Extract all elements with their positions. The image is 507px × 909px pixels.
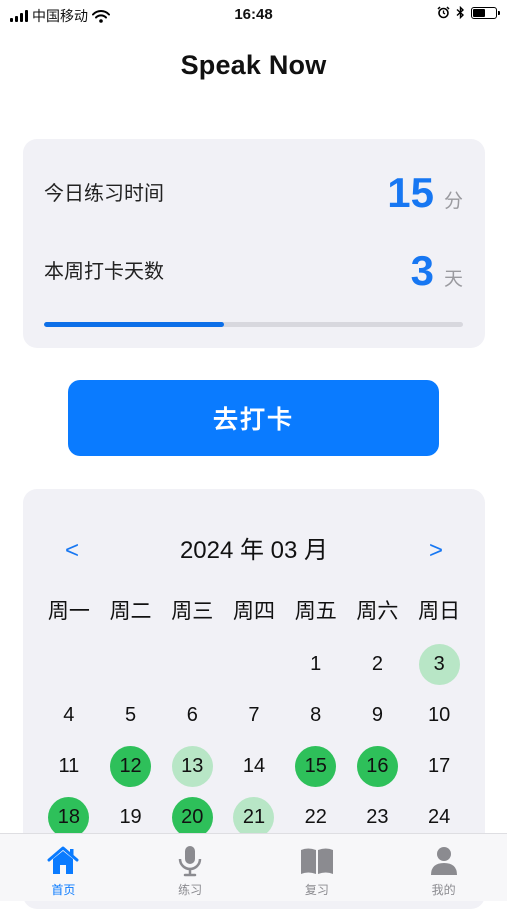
calendar-day-cell[interactable]: 7 — [223, 690, 285, 741]
calendar-day-cell[interactable]: 4 — [38, 690, 100, 741]
calendar-day: 24 — [428, 806, 451, 828]
next-month-button[interactable]: > — [429, 535, 443, 567]
weekday-label: 周三 — [171, 600, 214, 623]
calendar-header: < 2024 年 03 月 > — [23, 535, 485, 567]
weekday-label: 周日 — [418, 600, 461, 623]
calendar-day: 9 — [371, 704, 383, 726]
calendar-day: 21 — [233, 797, 275, 838]
weekly-checkin-row: 本周打卡天数 3 天 — [44, 242, 463, 292]
person-icon — [426, 843, 462, 879]
tab-bar: 首页 练习 复习 我的 — [0, 833, 507, 901]
weekday-label: 周二 — [109, 600, 152, 623]
tab-book[interactable]: 复习 — [254, 834, 381, 901]
status-right — [437, 6, 500, 19]
calendar-day-cell[interactable]: 14 — [223, 741, 285, 792]
weekday-label: 周五 — [294, 600, 337, 623]
calendar-day-cell[interactable]: 10 — [408, 690, 470, 741]
calendar-day: 7 — [248, 704, 260, 726]
status-bar: 中国移动 16:48 — [0, 0, 507, 32]
tab-label: 复习 — [304, 883, 329, 897]
tab-home[interactable]: 首页 — [0, 834, 127, 901]
calendar-month-label: 2024 年 03 月 — [179, 537, 329, 564]
home-icon — [45, 843, 81, 879]
tab-label: 首页 — [51, 883, 76, 897]
weekly-checkin-value: 3 — [410, 247, 434, 294]
calendar-day-cell[interactable]: 2 — [347, 639, 409, 690]
tab-label: 练习 — [178, 883, 203, 897]
calendar-day: 20 — [171, 797, 213, 838]
tab-microphone[interactable]: 练习 — [127, 834, 254, 901]
calendar-day: 4 — [63, 704, 75, 726]
battery-icon — [471, 6, 500, 19]
calendar-day: 8 — [310, 704, 322, 726]
stats-card: 今日练习时间 15 分 本周打卡天数 3 天 — [23, 139, 485, 348]
progress-fill — [44, 322, 225, 327]
calendar-day: 13 — [171, 746, 213, 787]
page-title: Speak Now — [180, 50, 327, 80]
calendar-day: 19 — [119, 806, 142, 828]
progress-bar — [44, 322, 463, 327]
clock: 16:48 — [234, 6, 273, 23]
practice-time-row: 今日练习时间 15 分 — [44, 164, 463, 214]
bluetooth-icon — [456, 6, 465, 19]
calendar-day-cell[interactable]: 8 — [285, 690, 347, 741]
calendar-day-cell[interactable]: 17 — [408, 741, 470, 792]
calendar-day-cell[interactable]: 3 — [408, 639, 470, 690]
calendar-day-cell[interactable]: 12 — [100, 741, 162, 792]
calendar-day: 17 — [428, 755, 451, 777]
calendar-day-cell[interactable]: 11 — [38, 741, 100, 792]
practice-time-value-group: 15 分 — [387, 172, 463, 214]
calendar-day-cell[interactable]: 6 — [161, 690, 223, 741]
weekly-checkin-label: 本周打卡天数 — [44, 261, 164, 283]
calendar-day: 23 — [366, 806, 389, 828]
tab-person[interactable]: 我的 — [380, 834, 507, 901]
calendar-day: 18 — [48, 797, 90, 838]
calendar-blank-cell — [100, 639, 162, 690]
alarm-icon — [437, 6, 450, 19]
practice-time-value: 15 — [387, 169, 434, 216]
weekday-header: 周一 周二 周三 周四 周五 周六 周日 — [38, 595, 470, 625]
calendar-day: 14 — [242, 755, 266, 777]
calendar-day: 16 — [356, 746, 398, 787]
calendar-day: 2 — [371, 653, 383, 675]
weekday-label: 周四 — [232, 600, 275, 623]
calendar-day: 22 — [304, 806, 327, 828]
practice-time-label: 今日练习时间 — [44, 183, 164, 205]
calendar-day-cell[interactable]: 1 — [285, 639, 347, 690]
calendar-day: 6 — [186, 704, 198, 726]
practice-time-unit: 分 — [443, 191, 463, 212]
calendar-day: 1 — [310, 653, 322, 675]
calendar-day: 5 — [125, 704, 137, 726]
tab-label: 我的 — [431, 883, 456, 897]
calendar-day-cell[interactable]: 13 — [161, 741, 223, 792]
calendar-day-cell[interactable]: 9 — [347, 690, 409, 741]
battery-level — [473, 8, 486, 17]
book-icon — [299, 843, 335, 879]
calendar-day-cell[interactable]: 15 — [285, 741, 347, 792]
calendar-day: 10 — [428, 704, 451, 726]
calendar-day: 12 — [110, 746, 152, 787]
calendar-day-cell[interactable]: 16 — [347, 741, 409, 792]
calendar-blank-cell — [223, 639, 285, 690]
calendar-day: 3 — [418, 644, 460, 685]
calendar-day: 15 — [295, 746, 337, 787]
weekday-label: 周一 — [47, 600, 90, 623]
calendar-blank-cell — [161, 639, 223, 690]
calendar-day-cell[interactable]: 5 — [100, 690, 162, 741]
calendar-day: 11 — [58, 755, 80, 777]
calendar-grid: 1 2 3 4 5 6 7 8 9 10 11 12 13 14 15 16 17 18 19 20 21 22 23 24 — [38, 639, 470, 843]
checkin-button[interactable]: 去打卡 — [68, 380, 439, 456]
weekday-label: 周六 — [356, 600, 399, 623]
weekly-checkin-value-group: 3 天 — [411, 250, 463, 292]
weekly-checkin-unit: 天 — [443, 269, 463, 290]
calendar-blank-cell — [38, 639, 100, 690]
microphone-icon — [172, 843, 208, 879]
